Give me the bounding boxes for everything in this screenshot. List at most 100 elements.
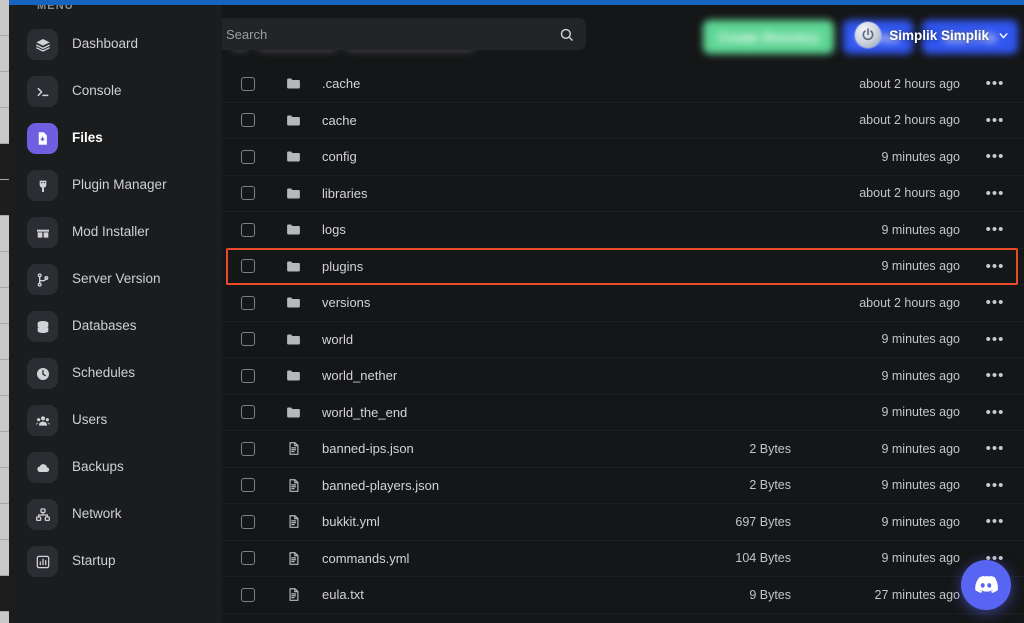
user-menu[interactable]: Simplik Simplik: [855, 22, 1010, 48]
discord-icon: [975, 575, 998, 594]
file-name[interactable]: eula.txt: [313, 587, 671, 602]
file-name[interactable]: banned-ips.json: [313, 441, 671, 456]
table-row[interactable]: world_the_end 9 minutes ago •••: [222, 395, 1024, 431]
terminal-icon: [27, 76, 58, 107]
row-checkbox[interactable]: [241, 332, 255, 347]
ellipsis-icon[interactable]: •••: [966, 185, 1024, 202]
row-checkbox[interactable]: [241, 441, 255, 456]
row-checkbox[interactable]: [241, 551, 255, 566]
table-row[interactable]: cache about 2 hours ago •••: [222, 103, 1024, 139]
sidebar-item-startup[interactable]: Startup: [9, 538, 222, 585]
chevron-down-icon[interactable]: [997, 29, 1010, 42]
ellipsis-icon[interactable]: •••: [966, 513, 1024, 530]
row-checkbox-cell: [222, 332, 274, 347]
sidebar-item-mod-installer[interactable]: Mod Installer: [9, 209, 222, 256]
table-row[interactable]: logs 9 minutes ago •••: [222, 212, 1024, 249]
row-checkbox[interactable]: [241, 295, 255, 310]
ellipsis-icon[interactable]: •••: [966, 440, 1024, 457]
table-row[interactable]: world 9 minutes ago •••: [222, 322, 1024, 358]
file-name[interactable]: world_the_end: [313, 405, 671, 420]
row-checkbox[interactable]: [241, 478, 255, 493]
file-document-icon: [27, 123, 58, 154]
file-name[interactable]: banned-players.json: [313, 478, 671, 493]
file-icon: [274, 441, 313, 456]
ellipsis-icon[interactable]: •••: [966, 404, 1024, 421]
table-row[interactable]: libraries about 2 hours ago •••: [222, 176, 1024, 212]
row-checkbox[interactable]: [241, 368, 255, 383]
search-input[interactable]: [226, 26, 559, 42]
table-row[interactable]: commands.yml 104 Bytes 9 minutes ago •••: [222, 541, 1024, 577]
folder-icon: [274, 258, 313, 275]
ellipsis-icon[interactable]: •••: [966, 331, 1024, 348]
row-checkbox[interactable]: [241, 186, 255, 201]
file-name[interactable]: versions: [313, 295, 671, 310]
sidebar-item-schedules[interactable]: Schedules: [9, 350, 222, 397]
sidebar-item-label: Network: [72, 506, 122, 522]
table-row[interactable]: .cache about 2 hours ago •••: [222, 66, 1024, 103]
table-row[interactable]: eula.txt9 Bytes27 minutes ago•••: [222, 577, 1024, 614]
sidebar-item-console[interactable]: Console: [9, 68, 222, 115]
search-box[interactable]: [222, 18, 586, 50]
search-icon[interactable]: [559, 27, 574, 42]
sidebar-item-server-version[interactable]: Server Version: [9, 256, 222, 303]
file-modified: about 2 hours ago: [859, 295, 960, 310]
branch-icon: [27, 264, 58, 295]
sidebar-item-network[interactable]: Network: [9, 491, 222, 538]
sidebar-item-users[interactable]: Users: [9, 397, 222, 444]
table-row[interactable]: banned-ips.json 2 Bytes 9 minutes ago •••: [222, 431, 1024, 468]
file-modified: 9 minutes ago: [881, 149, 960, 164]
file-name[interactable]: bukkit.yml: [313, 514, 671, 529]
background-window-row: [0, 612, 9, 623]
ellipsis-icon[interactable]: •••: [966, 258, 1024, 275]
row-checkbox[interactable]: [241, 76, 255, 91]
ellipsis-icon[interactable]: •••: [966, 112, 1024, 129]
ellipsis-icon[interactable]: •••: [966, 367, 1024, 384]
ellipsis-icon[interactable]: •••: [966, 294, 1024, 311]
row-checkbox[interactable]: [241, 149, 255, 164]
row-checkbox[interactable]: [241, 113, 255, 128]
table-row[interactable]: bukkit.yml 697 Bytes 9 minutes ago •••: [222, 504, 1024, 541]
table-row[interactable]: config 9 minutes ago •••: [222, 139, 1024, 176]
row-checkbox-cell: [222, 186, 274, 201]
ellipsis-icon[interactable]: •••: [966, 477, 1024, 494]
file-size: 2 Bytes: [749, 478, 791, 493]
folder-icon: [274, 294, 313, 311]
sidebar-item-plugin-manager[interactable]: Plugin Manager: [9, 162, 222, 209]
file-name[interactable]: commands.yml: [313, 551, 671, 566]
file-name[interactable]: world: [313, 332, 671, 347]
row-checkbox[interactable]: [241, 222, 255, 237]
window-title-bar: [9, 0, 1024, 5]
sidebar-item-files[interactable]: Files: [9, 115, 222, 162]
row-checkbox[interactable]: [241, 587, 255, 602]
row-checkbox[interactable]: [241, 405, 255, 420]
table-row[interactable]: banned-players.json 2 Bytes 9 minutes ago •…: [222, 468, 1024, 504]
row-checkbox[interactable]: [241, 514, 255, 529]
background-window-row: [0, 180, 9, 216]
file-table: .cache about 2 hours ago ••• cache about 2 h…: [222, 66, 1024, 614]
discord-chat-button[interactable]: [961, 560, 1011, 610]
row-checkbox[interactable]: [241, 259, 255, 274]
sidebar-item-dashboard[interactable]: Dashboard: [9, 21, 222, 68]
background-window-edge: [0, 0, 9, 623]
table-row[interactable]: versions about 2 hours ago •••: [222, 285, 1024, 322]
table-row[interactable]: world_nether 9 minutes ago •••: [222, 358, 1024, 395]
file-name[interactable]: world_nether: [313, 368, 671, 383]
file-name[interactable]: cache: [313, 113, 671, 128]
background-window-row: [0, 504, 9, 540]
ellipsis-icon[interactable]: •••: [966, 221, 1024, 238]
sidebar-item-backups[interactable]: Backups: [9, 444, 222, 491]
file-name[interactable]: libraries: [313, 186, 671, 201]
folder-icon: [274, 367, 313, 384]
row-checkbox-cell: [222, 441, 274, 456]
sidebar-item-label: Console: [72, 83, 122, 99]
file-name[interactable]: plugins: [313, 259, 671, 274]
create-directory-button[interactable]: Create Directory: [703, 20, 834, 54]
file-name[interactable]: .cache: [313, 76, 671, 91]
file-name[interactable]: config: [313, 149, 671, 164]
file-name[interactable]: logs: [313, 222, 671, 237]
sidebar-item-databases[interactable]: Databases: [9, 303, 222, 350]
ellipsis-icon[interactable]: •••: [966, 75, 1024, 92]
background-window-row: [0, 576, 9, 612]
table-row[interactable]: plugins 9 minutes ago •••: [222, 247, 1024, 285]
ellipsis-icon[interactable]: •••: [966, 148, 1024, 165]
